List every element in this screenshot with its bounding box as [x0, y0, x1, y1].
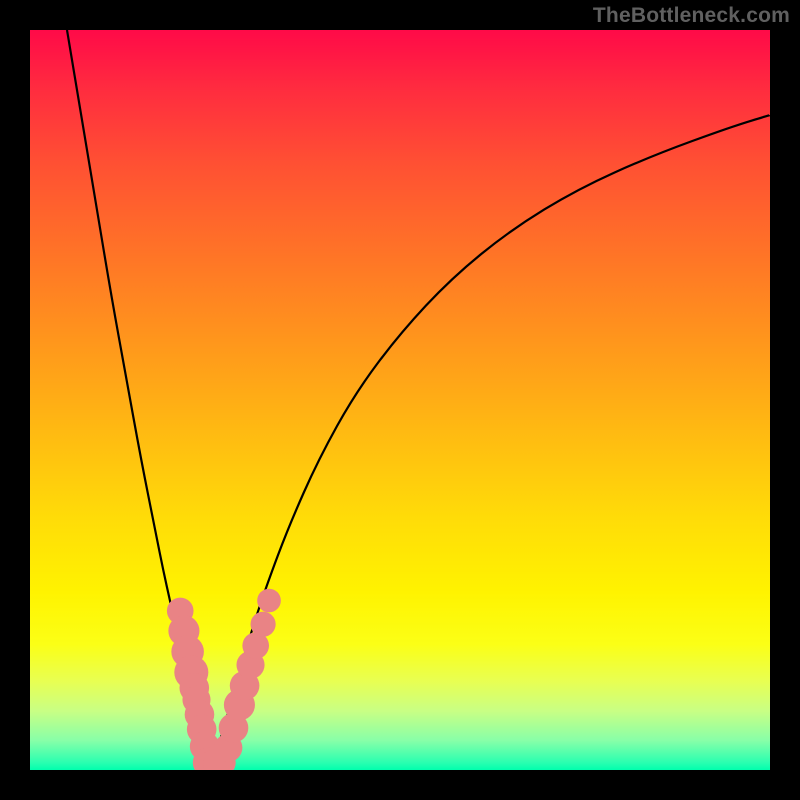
- right-branch-curve: [211, 115, 770, 764]
- data-marker: [251, 612, 276, 637]
- plot-area: [30, 30, 770, 770]
- chart-svg: [30, 30, 770, 770]
- chart-frame: TheBottleneck.com: [0, 0, 800, 800]
- watermark-text: TheBottleneck.com: [593, 4, 790, 28]
- data-markers: [167, 589, 281, 770]
- data-marker: [257, 589, 281, 613]
